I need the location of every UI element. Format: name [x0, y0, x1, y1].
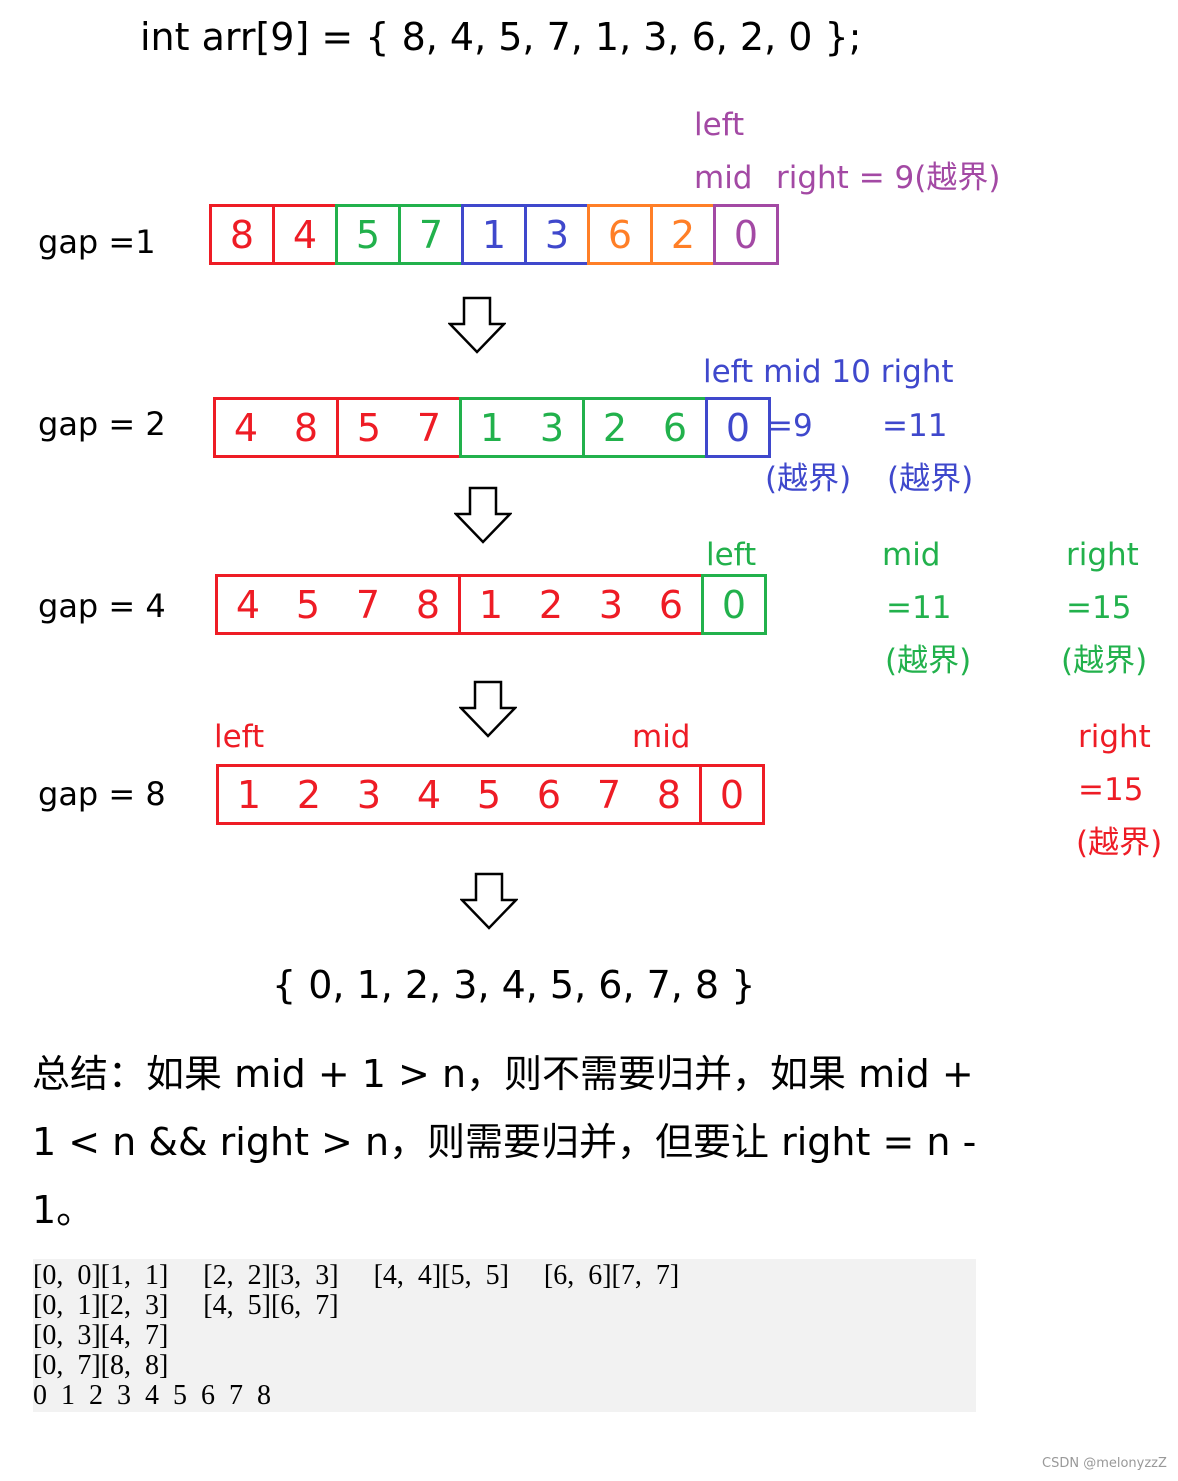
array-cell: 7 [596, 772, 622, 817]
array-group: 0 [701, 574, 767, 635]
array-cell: 5 [295, 582, 321, 627]
console-line: [0, 1][2, 3] [4, 5][6, 7] [33, 1290, 339, 1321]
array-row-gap4: 457812360 [215, 574, 767, 635]
r2-mid-value: =9 [767, 408, 813, 444]
r4-right-label: right [1078, 719, 1151, 755]
array-row-gap1: 845713620 [209, 204, 779, 265]
r2-pointers-label: left mid 10 right [703, 354, 954, 390]
array-cell: 0 [721, 582, 747, 627]
console-line: 0 1 2 3 4 5 6 7 8 [33, 1380, 271, 1411]
watermark: CSDN @melonyzzZ [1042, 1456, 1167, 1471]
array-cell: 5 [356, 405, 382, 450]
array-cell: 3 [539, 405, 565, 450]
array-cell: 6 [662, 405, 688, 450]
array-cell: 4 [233, 405, 259, 450]
array-cell: 7 [355, 582, 381, 627]
array-cell: 1 [481, 212, 507, 257]
array-cell: 1 [479, 405, 505, 450]
array-cell: 4 [292, 212, 318, 257]
r4-right-oob: (越界) [1076, 825, 1163, 861]
array-cell: 6 [607, 212, 633, 257]
down-arrow-icon [454, 486, 512, 544]
array-cell: 4 [416, 772, 442, 817]
console-line: [0, 7][8, 8] [33, 1350, 169, 1381]
down-arrow-icon [460, 872, 518, 930]
r3-right-label: right [1066, 537, 1139, 573]
array-group: 8 [209, 204, 275, 265]
array-group: 5 [335, 204, 401, 265]
array-cell: 8 [229, 212, 255, 257]
gap-label-1: gap =1 [38, 223, 156, 261]
array-cell: 2 [670, 212, 696, 257]
array-group: 0 [699, 764, 765, 825]
r2-right-oob: (越界) [887, 461, 974, 497]
array-cell: 4 [235, 582, 261, 627]
array-declaration: int arr[9] = { 8, 4, 5, 7, 1, 3, 6, 2, 0… [140, 15, 862, 59]
page: int arr[9] = { 8, 4, 5, 7, 1, 3, 6, 2, 0… [0, 0, 1178, 1481]
array-group: 13 [459, 397, 585, 458]
array-cell: 2 [296, 772, 322, 817]
array-group: 3 [524, 204, 590, 265]
array-group: 7 [398, 204, 464, 265]
array-cell: 8 [656, 772, 682, 817]
array-group: 57 [336, 397, 462, 458]
r1-mid-label: mid [694, 160, 753, 196]
array-cell: 6 [536, 772, 562, 817]
r4-right-value: =15 [1078, 772, 1144, 808]
array-group: 48 [213, 397, 339, 458]
console-line: [0, 0][1, 1] [2, 2][3, 3] [4, 4][5, 5] [… [33, 1260, 680, 1291]
r1-right-label: right = 9(越界) [776, 160, 1001, 196]
array-cell: 2 [602, 405, 628, 450]
array-row-gap8: 123456780 [216, 764, 765, 825]
r2-mid-oob: (越界) [765, 461, 852, 497]
array-cell: 1 [478, 582, 504, 627]
array-cell: 3 [544, 212, 570, 257]
r4-left-label: left [214, 719, 265, 755]
array-group: 12345678 [216, 764, 702, 825]
array-cell: 7 [418, 212, 444, 257]
r2-right-value: =11 [882, 408, 948, 444]
gap-label-4: gap = 4 [38, 587, 166, 625]
array-cell: 5 [476, 772, 502, 817]
array-group: 0 [705, 397, 771, 458]
array-group: 1236 [458, 574, 704, 635]
array-group: 26 [582, 397, 708, 458]
array-cell: 3 [598, 582, 624, 627]
array-row-gap2: 485713260 [213, 397, 771, 458]
array-group: 4578 [215, 574, 461, 635]
gap-label-2: gap = 2 [38, 405, 166, 443]
r1-left-label: left [694, 107, 745, 143]
array-cell: 0 [719, 772, 745, 817]
down-arrow-icon [459, 680, 517, 738]
r3-left-label: left [706, 537, 757, 573]
array-cell: 3 [356, 772, 382, 817]
array-group: 4 [272, 204, 338, 265]
array-cell: 0 [725, 405, 751, 450]
array-group: 1 [461, 204, 527, 265]
array-cell: 0 [733, 212, 759, 257]
r3-right-value: =15 [1066, 590, 1132, 626]
sorted-result: { 0, 1, 2, 3, 4, 5, 6, 7, 8 } [272, 963, 756, 1007]
array-group: 6 [587, 204, 653, 265]
array-group: 2 [650, 204, 716, 265]
array-group: 0 [713, 204, 779, 265]
r3-mid-oob: (越界) [885, 643, 972, 679]
down-arrow-icon [448, 296, 506, 354]
gap-label-8: gap = 8 [38, 775, 166, 813]
array-cell: 6 [658, 582, 684, 627]
r3-mid-value: =11 [886, 590, 952, 626]
array-cell: 8 [415, 582, 441, 627]
r4-mid-label: mid [632, 719, 691, 755]
array-cell: 5 [355, 212, 381, 257]
console-output: [0, 0][1, 1] [2, 2][3, 3] [4, 4][5, 5] [… [33, 1259, 976, 1412]
r3-mid-label: mid [882, 537, 941, 573]
array-cell: 2 [538, 582, 564, 627]
summary-text: 总结：如果 mid + 1 > n，则不需要归并，如果 mid + 1 < n … [32, 1052, 977, 1232]
console-line: [0, 3][4, 7] [33, 1320, 169, 1351]
array-cell: 8 [293, 405, 319, 450]
array-cell: 1 [236, 772, 262, 817]
array-cell: 7 [416, 405, 442, 450]
r3-right-oob: (越界) [1061, 643, 1148, 679]
